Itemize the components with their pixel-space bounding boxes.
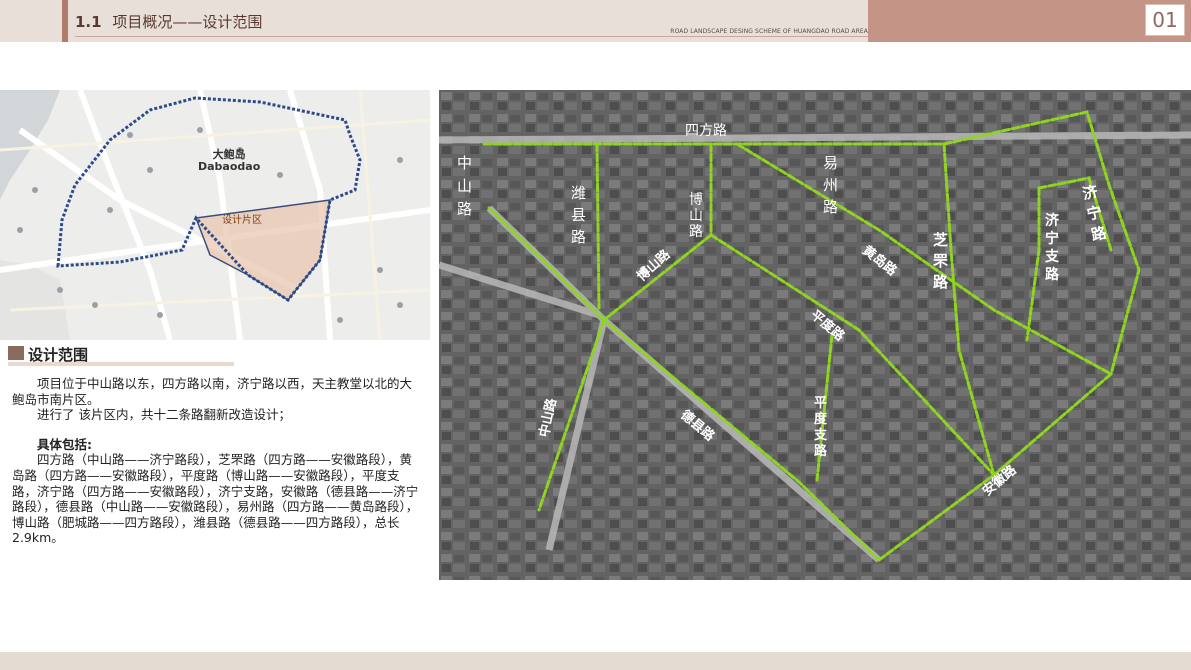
label-zhifu-road: 芝罘路 — [933, 231, 949, 291]
paragraph-location: 项目位于中山路以东，四方路以南，济宁路以西，天主教堂以北的大鲍岛市南片区。 — [12, 376, 413, 407]
design-area-label: 设计片区 — [222, 215, 262, 226]
label-weixian-road: 潍县路 — [571, 184, 587, 246]
details-heading: 具体包括: — [37, 436, 92, 452]
label-sifang-road: 四方路 — [685, 123, 727, 139]
label-boshan-road: 博山路 — [689, 192, 703, 240]
location-map: 大鲍岛 Dabaodao 设计片区 — [0, 90, 430, 340]
district-name-en: Dabaodao — [198, 160, 261, 173]
footer-bar — [0, 652, 1191, 670]
section-number: 1.1 — [75, 13, 102, 31]
paragraph-scope: 进行了 该片区内，共十二条路翻新改造设计； — [37, 407, 291, 423]
section-marker — [8, 346, 24, 360]
page-title: 1.1 项目概况——设计范围 — [75, 11, 262, 32]
section-rule — [8, 362, 234, 366]
header-subtitle: ROAD LANDSCAPE DESING SCHEME OF HUANGDAO… — [670, 28, 868, 35]
header-right-block — [868, 0, 1191, 42]
header-accent — [62, 0, 68, 42]
label-yizhou-road: 易州路 — [823, 154, 839, 216]
aerial-map-svg — [439, 90, 1191, 580]
page-number: 01 — [1145, 4, 1185, 36]
paragraph-details: 四方路（中山路——济宁路段），芝罘路（四方路——安徽路段），黄岛路（四方路——安… — [12, 452, 419, 546]
label-jining-branch: 济宁支路 — [1045, 213, 1059, 283]
label-pingdu-branch: 平度支路 — [814, 396, 828, 459]
body-text: 项目位于中山路以东，四方路以南，济宁路以西，天主教堂以北的大鲍岛市南片区。 进行… — [12, 376, 424, 546]
header-rule — [75, 36, 870, 37]
title-text: 项目概况——设计范围 — [112, 13, 263, 31]
label-zhongshan-road-top: 中山路 — [457, 154, 473, 218]
section-header: 设计范围 — [8, 343, 234, 364]
district-name: 大鲍岛 Dabaodao — [198, 149, 260, 173]
aerial-map: 四方路 中山路 潍县路 博山路 易州路 芝罘路 济宁路 济宁支路 黄岛路 博山路… — [439, 90, 1191, 580]
location-map-svg — [0, 90, 430, 340]
